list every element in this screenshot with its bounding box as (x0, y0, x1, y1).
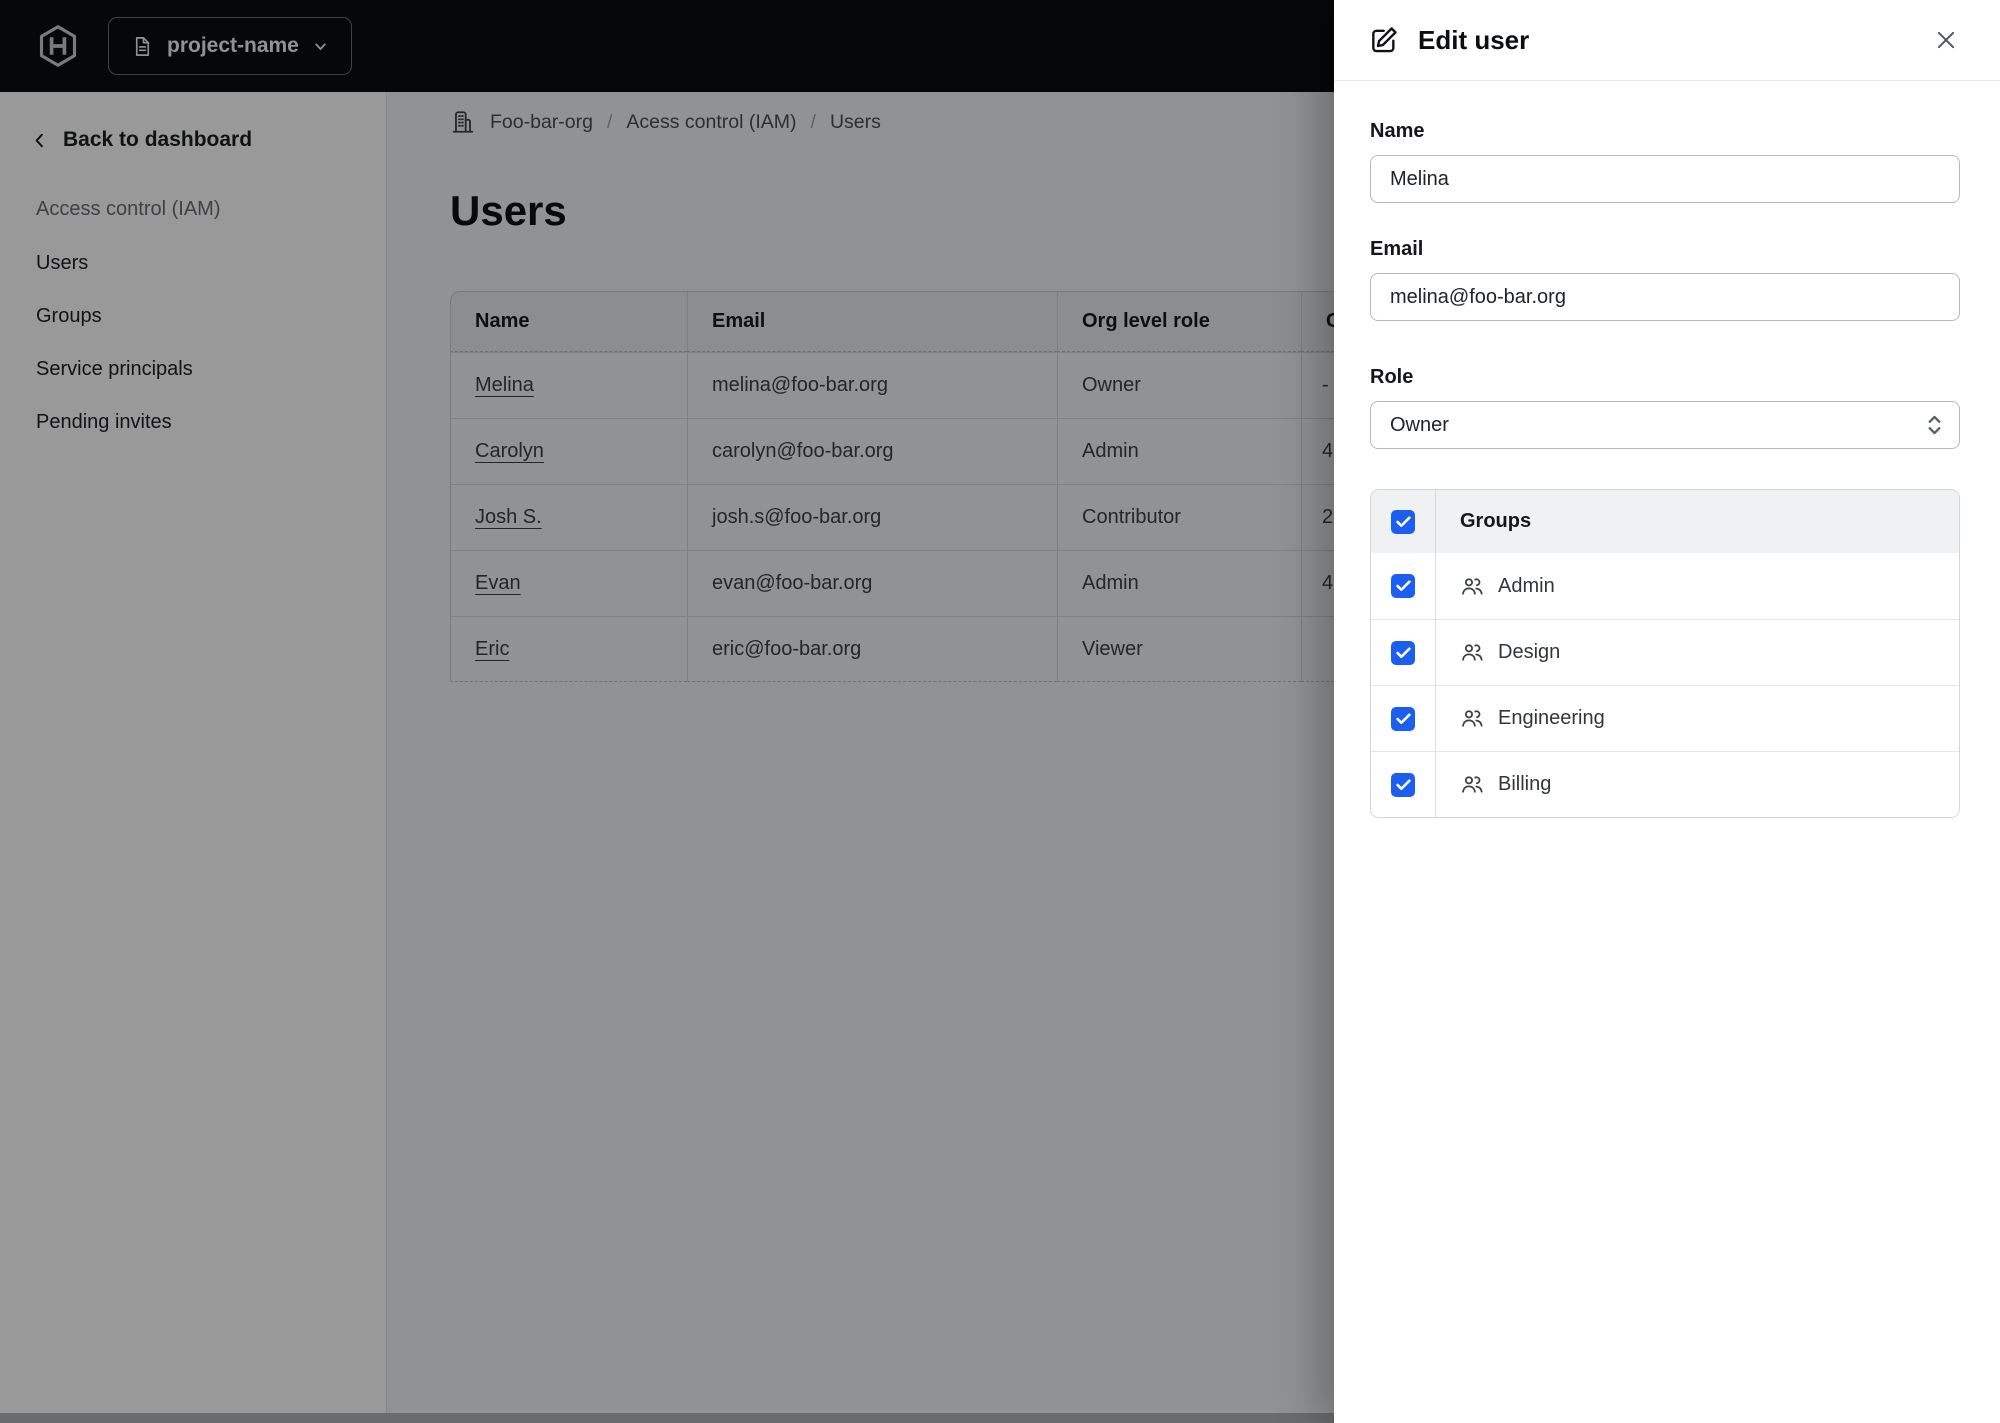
groups-panel: Groups Admin Design Engineering Billing (1370, 489, 1960, 818)
group-row-content: Design (1436, 620, 1560, 685)
edit-pencil-square-icon (1368, 24, 1400, 56)
drawer-header: Edit user (1334, 0, 2000, 81)
group-row-content: Admin (1436, 553, 1555, 619)
checkbox-check-icon (1395, 646, 1411, 659)
group-label: Design (1498, 641, 1561, 663)
group-label: Billing (1498, 773, 1552, 795)
group-row-design[interactable]: Design (1371, 619, 1959, 685)
users-group-icon (1460, 706, 1485, 731)
role-select-value: Owner (1390, 413, 1449, 436)
group-checkbox-admin[interactable] (1391, 574, 1415, 598)
users-group-icon (1460, 772, 1485, 797)
group-checkbox-cell (1371, 686, 1436, 751)
group-checkbox-design[interactable] (1391, 640, 1415, 665)
group-checkbox-cell (1371, 553, 1436, 619)
group-row-content: Billing (1436, 752, 1551, 817)
email-field-group: Email (1370, 237, 1960, 321)
groups-panel-header: Groups (1371, 490, 1959, 553)
drawer-body: Name Email Role Owner (1334, 81, 2000, 818)
checkbox-check-icon (1395, 778, 1411, 791)
group-checkbox-cell (1371, 620, 1436, 685)
name-field-group: Name (1370, 119, 1960, 203)
group-checkbox-cell (1371, 752, 1436, 817)
role-select[interactable]: Owner (1370, 401, 1960, 449)
groups-list: Admin Design Engineering Billing (1371, 553, 1959, 817)
group-row-content: Engineering (1436, 686, 1605, 751)
checkbox-check-icon (1395, 515, 1411, 528)
email-field-label: Email (1370, 238, 1424, 260)
drawer-title: Edit user (1418, 24, 1530, 55)
select-all-cell (1371, 490, 1436, 553)
edit-user-drawer: Edit user Name Email Role Owner (1334, 0, 2000, 1423)
checkbox-check-icon (1395, 580, 1411, 592)
group-row-engineering[interactable]: Engineering (1371, 685, 1959, 751)
select-caret-icon (1926, 413, 1943, 437)
name-field-label: Name (1370, 120, 1425, 142)
close-icon[interactable] (1932, 26, 1960, 54)
group-row-billing[interactable]: Billing (1371, 751, 1959, 817)
role-field-group: Role Owner (1370, 365, 1960, 449)
role-field-label: Role (1370, 366, 1414, 388)
app-root: project-name Back to dashboard Access co… (0, 0, 2000, 1423)
group-checkbox-engineering[interactable] (1391, 706, 1415, 731)
group-row-admin[interactable]: Admin (1371, 553, 1959, 619)
group-label: Admin (1498, 574, 1555, 597)
users-group-icon (1460, 640, 1485, 665)
group-checkbox-billing[interactable] (1391, 772, 1415, 797)
group-label: Engineering (1498, 707, 1605, 729)
checkbox-check-icon (1395, 712, 1411, 725)
select-all-groups-checkbox[interactable] (1391, 509, 1415, 534)
groups-panel-title: Groups (1460, 510, 1532, 532)
email-input[interactable] (1370, 273, 1960, 321)
name-input[interactable] (1370, 155, 1960, 203)
users-group-icon (1460, 574, 1485, 599)
